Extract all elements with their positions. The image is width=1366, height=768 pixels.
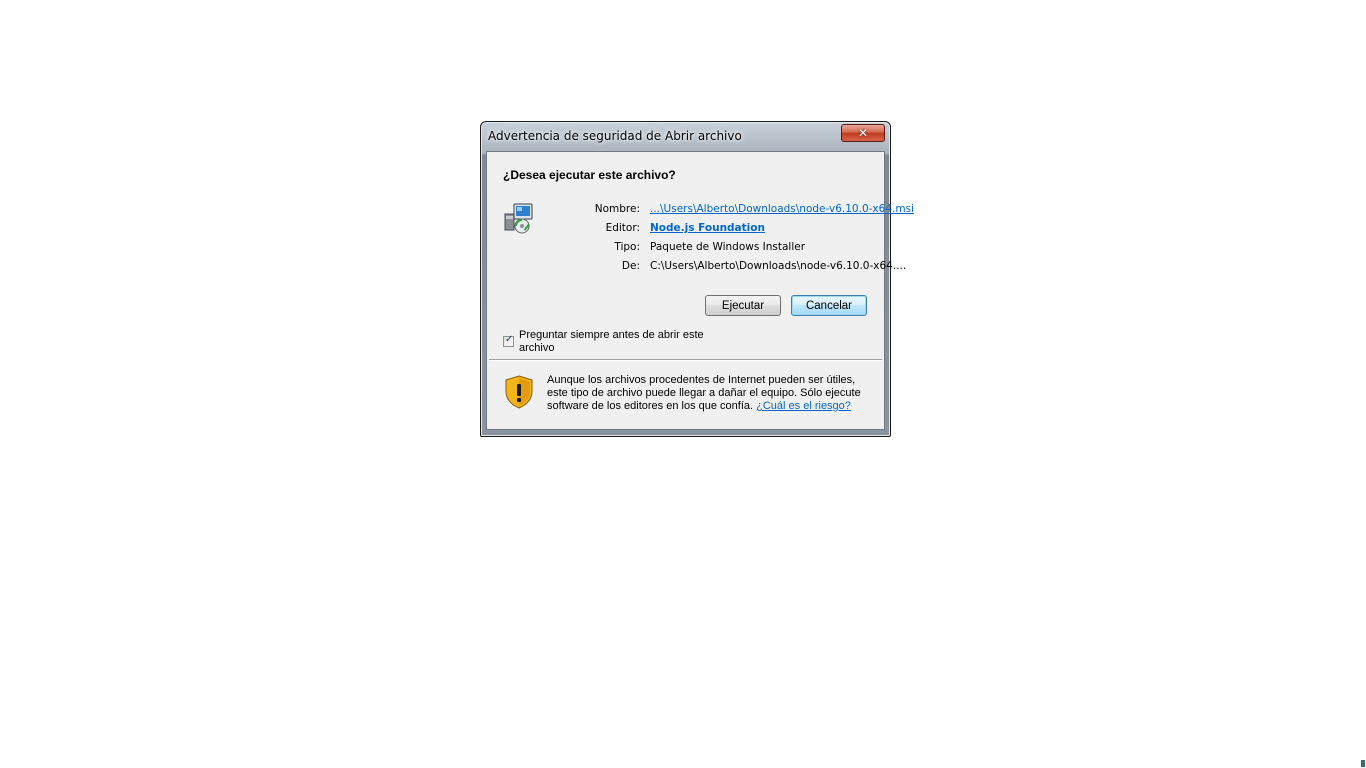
cancel-button[interactable]: Cancelar (791, 295, 867, 316)
close-button[interactable]: ✕ (841, 124, 885, 142)
file-name-row: Nombre: ...\Users\Alberto\Downloads\node… (527, 203, 914, 219)
file-name-link[interactable]: ...\Users\Alberto\Downloads\node-v6.10.0… (650, 203, 914, 215)
publisher-link[interactable]: Node.js Foundation (650, 222, 765, 234)
type-value: Paquete de Windows Installer (650, 241, 806, 253)
taskbar-edge-marker (1361, 760, 1365, 767)
warning-text: Aunque los archivos procedentes de Inter… (547, 374, 877, 413)
source-label: De: (621, 260, 640, 272)
always-ask-checkbox[interactable]: ✓ (503, 334, 514, 347)
dialog-title: Advertencia de seguridad de Abrir archiv… (488, 129, 742, 143)
risk-link[interactable]: ¿Cuál es el riesgo? (756, 400, 851, 412)
dialog-question: ¿Desea ejecutar este archivo? (503, 168, 676, 182)
checkmark-icon: ✓ (505, 334, 514, 345)
cancel-button-label: Cancelar (805, 299, 853, 312)
source-row: De: C:\Users\Alberto\Downloads\node-v6.1… (527, 260, 906, 276)
always-ask-label[interactable]: Preguntar siempre antes de abrir este ar… (519, 329, 719, 355)
security-warning-dialog: Advertencia de seguridad de Abrir archiv… (480, 121, 914, 437)
security-shield-warning-icon (505, 375, 533, 409)
publisher-row: Editor: Node.js Foundation (527, 222, 883, 238)
run-button-label: Ejecutar (721, 299, 765, 312)
run-button[interactable]: Ejecutar (705, 295, 781, 316)
dialog-body: ¿Desea ejecutar este archivo? Nombre: ..… (486, 151, 914, 430)
type-row: Tipo: Paquete de Windows Installer (527, 241, 883, 257)
file-name-label: Nombre: (594, 203, 640, 215)
publisher-label: Editor: (605, 222, 640, 234)
close-icon: ✕ (857, 126, 869, 140)
type-label: Tipo: (614, 241, 640, 253)
divider (489, 359, 882, 361)
source-value: C:\Users\Alberto\Downloads\node-v6.10.0-… (650, 260, 907, 272)
